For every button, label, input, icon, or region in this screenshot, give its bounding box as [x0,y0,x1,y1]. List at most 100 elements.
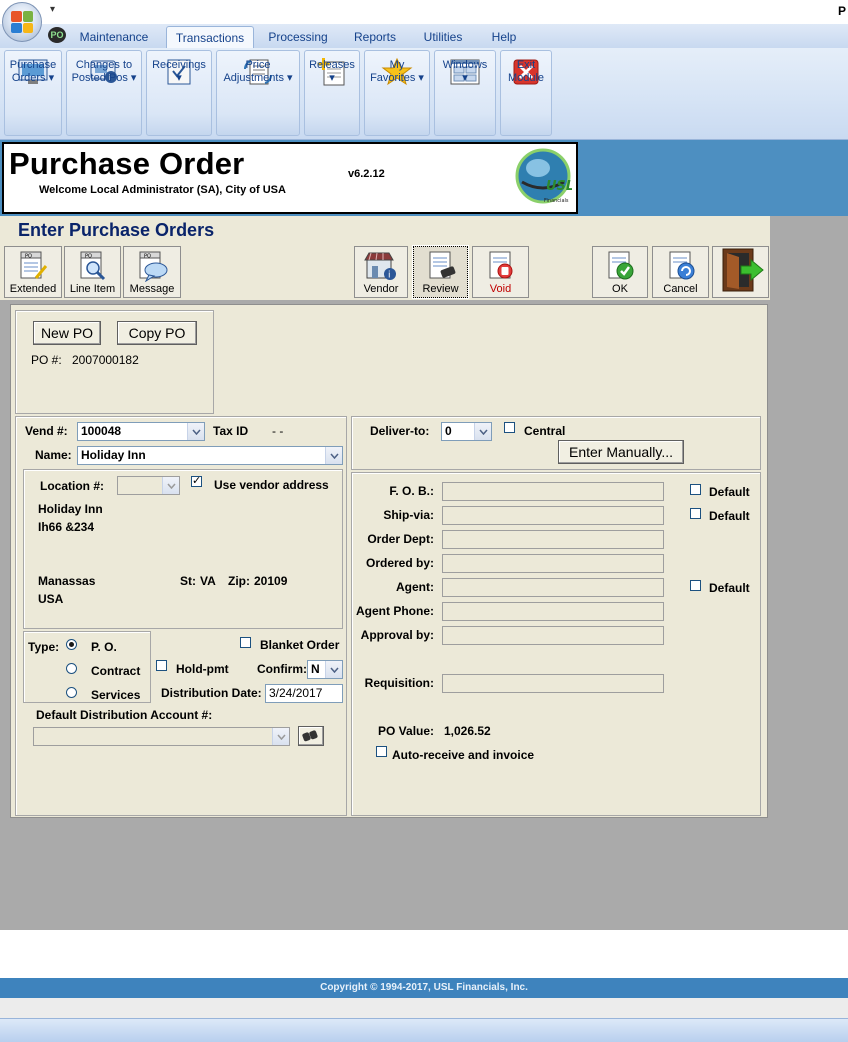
chevron-down-icon[interactable] [474,423,491,440]
review-document-icon [423,250,459,285]
type-po-label: P. O. [91,640,117,654]
auto-receive-checkbox[interactable] [376,746,387,757]
vend-num-combo[interactable]: 100048 [77,422,205,441]
application-orb-button[interactable] [2,2,42,42]
deliver-to-label: Deliver-to: [370,424,430,438]
fob-default-checkbox[interactable] [690,484,701,495]
address-country: USA [38,592,64,606]
vendor-button[interactable]: i Vendor [354,246,408,298]
requisition-label: Requisition: [364,676,434,690]
po-app-icon[interactable]: PO [48,27,66,43]
tab-transactions[interactable]: Transactions [166,26,254,48]
void-document-icon [483,250,519,285]
type-services-radio[interactable] [66,687,77,698]
office-logo-icon [11,11,33,33]
changes-to-posted-pos-button[interactable]: i Changes to Posted Pos ▾ [66,50,142,136]
ok-button[interactable]: OK [592,246,648,298]
agent-phone-input[interactable] [442,602,664,621]
central-checkbox[interactable] [504,422,515,433]
usl-financials-logo: USL Financials [514,146,574,210]
order-dept-input[interactable] [442,530,664,549]
central-label: Central [524,424,566,438]
address-state: VA [200,574,216,588]
name-label: Name: [35,448,72,462]
exit-module-button[interactable]: Exit Module [500,50,552,136]
chevron-down-icon[interactable] [325,447,342,464]
address-line-2: Ih66 &234 [38,520,95,534]
fob-input[interactable] [442,482,664,501]
receivings-button[interactable]: Receivings ▾ [146,50,212,136]
releases-button[interactable]: Releases ▾ [304,50,360,136]
account-lookup-button[interactable] [298,726,324,746]
po-line-item-icon: PO [76,250,110,285]
state-label: St: [180,574,196,588]
default-distribution-combo[interactable] [33,727,290,746]
exit-door-button[interactable] [712,246,769,298]
cancel-button[interactable]: Cancel [652,246,709,298]
chevron-down-icon[interactable] [325,661,342,678]
ship-via-default-label: Default [709,509,750,523]
ship-via-input[interactable] [442,506,664,525]
cancel-document-icon [663,250,699,285]
tab-reports[interactable]: Reports [344,26,406,48]
tab-processing[interactable]: Processing [262,26,334,48]
blanket-order-checkbox[interactable] [240,637,251,648]
location-combo[interactable] [117,476,180,495]
vendor-panel: Vend #: 100048 Tax ID - - Name: Holiday … [15,416,347,816]
address-zip: 20109 [254,574,288,588]
price-adjustments-button[interactable]: Price Adjustments ▾ [216,50,300,136]
distribution-date-input[interactable]: 3/24/2017 [265,684,343,703]
type-po-radio[interactable] [66,639,77,650]
quick-access-arrow-icon[interactable]: ▾ [50,4,55,15]
location-label: Location #: [40,479,105,493]
enter-manually-button[interactable]: Enter Manually... [558,440,684,464]
po-actions-panel: New PO Copy PO PO #: 2007000182 [15,310,214,414]
copyright-bar: Copyright © 1994-2017, USL Financials, I… [0,978,848,998]
deliver-to-combo[interactable]: 0 [441,422,492,441]
svg-text:PO: PO [25,254,32,260]
line-item-button[interactable]: PO Line Item [64,246,121,298]
copyright-text: Copyright © 1994-2017, USL Financials, I… [320,982,528,993]
chevron-down-icon[interactable] [162,477,179,494]
binoculars-icon [302,730,318,742]
my-favorites-button[interactable]: My Favorites ▾ [364,50,430,136]
footer-blank-area [0,930,848,978]
agent-input[interactable] [442,578,664,597]
tab-maintenance[interactable]: Maintenance [72,26,156,48]
tab-utilities[interactable]: Utilities [414,26,472,48]
type-contract-radio[interactable] [66,663,77,674]
title-bar: ▾ P [0,0,848,24]
tab-help[interactable]: Help [482,26,526,48]
agent-default-checkbox[interactable] [690,580,701,591]
page-title: Purchase Order [9,146,245,181]
address-city: Manassas [38,574,96,588]
ordered-by-input[interactable] [442,554,664,573]
copy-po-button[interactable]: Copy PO [117,321,197,345]
subtitle-bar: Enter Purchase Orders [0,216,770,244]
svg-text:USL: USL [546,179,572,194]
vendor-name-combo[interactable]: Holiday Inn [77,446,343,465]
new-po-button[interactable]: New PO [33,321,101,345]
po-extended-icon: PO [16,250,50,285]
extended-button[interactable]: PO Extended [4,246,62,298]
void-button[interactable]: Void [472,246,529,298]
ribbon: Purchase Orders ▾ i Changes to Posted Pos … [0,48,848,140]
chevron-down-icon[interactable] [187,423,204,440]
review-button[interactable]: Review [412,245,469,299]
use-vendor-address-checkbox[interactable]: ✓ [191,476,202,487]
hold-pmt-checkbox[interactable] [156,660,167,671]
distribution-date-label: Distribution Date: [161,686,262,700]
approval-by-input[interactable] [442,626,664,645]
type-label: Type: [28,640,60,654]
requisition-input[interactable] [442,674,664,693]
purchase-orders-button[interactable]: Purchase Orders ▾ [4,50,62,136]
welcome-text: Welcome Local Administrator (SA), City o… [39,184,286,196]
confirm-combo[interactable]: N [307,660,343,679]
chevron-down-icon[interactable] [272,728,289,745]
tax-id-label: Tax ID [213,424,249,438]
message-button[interactable]: PO Message [123,246,181,298]
svg-text:Financials: Financials [544,198,569,204]
windows-button[interactable]: Windows ▾ [434,50,496,136]
ship-via-default-checkbox[interactable] [690,508,701,519]
type-services-label: Services [91,688,141,702]
